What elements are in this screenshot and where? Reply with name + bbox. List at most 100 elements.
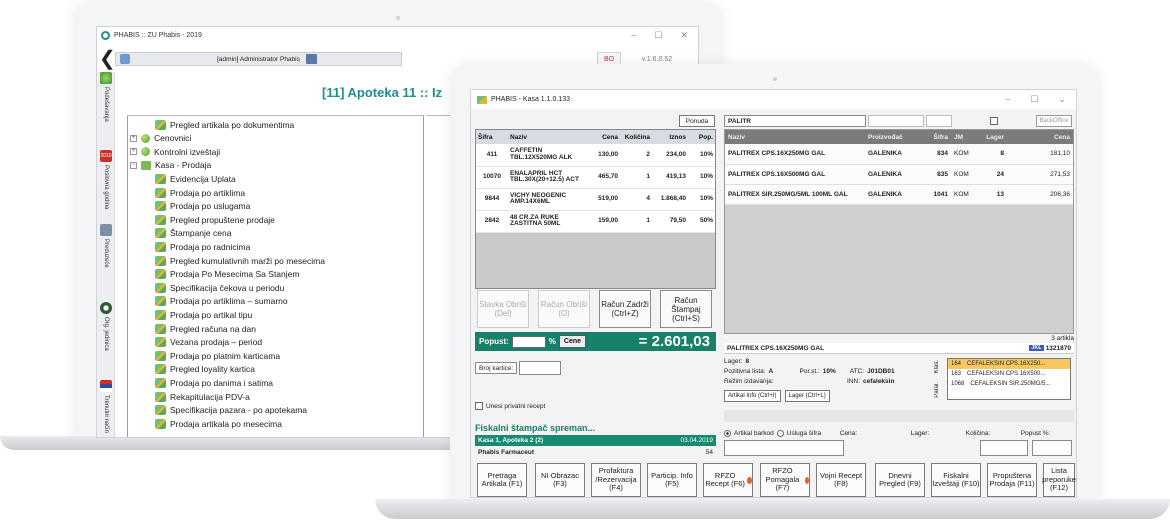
result-row[interactable]: PALITREX CPS.16X250MG GAL GALENIKA 834 KOM 8…	[725, 144, 1073, 165]
fkey-button-7[interactable]: Vojni Recept (F8)	[816, 463, 866, 497]
tree-item-label: Pregled propuštene prodaje	[170, 214, 275, 225]
result-cell-cena: 206,36	[1007, 184, 1073, 205]
article-info-button[interactable]: Artikal Info (Ctrl+I)	[724, 390, 781, 402]
discount-input[interactable]	[1032, 440, 1072, 456]
fkey-button-8[interactable]: Dnevni Pregled (F9)	[875, 463, 925, 497]
tree-item[interactable]: Prodaja po radnicima	[155, 240, 250, 253]
tree-item-label: Prodaja po danima i satima	[170, 377, 274, 388]
tree-item[interactable]: Štampanje cena	[155, 227, 231, 240]
cart-row[interactable]: 10070 ENALAPRIL HCT TBL.30X(20+12.5) ACT 4…	[476, 166, 715, 189]
cart-row[interactable]: 411 CAFFETIN TBL.12X520MG ALK 130,00 2 234,0…	[476, 144, 715, 167]
manufacturer-filter[interactable]	[868, 115, 924, 127]
cart-table: Šifra Naziv Cena Količina Iznos Pop. 411…	[475, 129, 716, 289]
tree-item[interactable]: Prodaja artikala po mesecima	[155, 417, 282, 430]
alert-badge-icon	[747, 476, 752, 484]
popust-input[interactable]	[511, 335, 546, 348]
card-number-label[interactable]: Broj kartice:	[475, 362, 518, 374]
search-input[interactable]: PALITR	[724, 115, 866, 127]
paral-label: Paral.	[934, 382, 940, 398]
tree-item[interactable]: Rekapitulacija PDV-a	[155, 390, 250, 403]
service-radio[interactable]	[776, 429, 784, 437]
tree-item[interactable]: Prodaja Po Mesecima Sa Stanjem	[155, 268, 299, 281]
tree-item[interactable]: Pregled računa na dan	[155, 322, 256, 335]
sidebar-item-company[interactable]: Preduzeće	[98, 224, 114, 268]
tree-item[interactable]: Pregled loyality kartica	[155, 363, 255, 376]
fkey-button-5[interactable]: RFZO Recept (F6)	[703, 463, 753, 497]
close-icon[interactable]: ✕	[680, 30, 688, 41]
expand-toggle-icon[interactable]: −	[130, 161, 137, 169]
result-row[interactable]: PALITREX CPS.16X500MG GAL GALENIKA 835 KOM 2…	[725, 164, 1073, 185]
tree-item[interactable]: Prodaja po platnim karticama	[155, 349, 280, 362]
alternative-item[interactable]: 164 CEFALEKSIN CPS.16X250...	[948, 359, 1070, 369]
fkey-button-9[interactable]: Fiskalni Izveštaji (F10)	[931, 463, 981, 497]
fkey-button-1[interactable]: Pretraga Artikala (F1)	[477, 463, 527, 497]
cart-row[interactable]: 2842 48 CR.ZA RUKE ZASTITNA 50ML 159,00 1 79…	[476, 210, 715, 233]
sidebar-item-settings[interactable]: Podešavanja	[98, 72, 114, 122]
fkey-button-6[interactable]: RFZO Pomagala (F7)	[760, 463, 810, 497]
cart-cell-iznos: 79,50	[652, 210, 688, 233]
tree-item[interactable]: Prodaja po artiklima	[155, 186, 245, 199]
sidebar-item-current[interactable]: Trenutni način	[98, 380, 114, 433]
cart-row[interactable]: 9844 VICHY NEOGENIC AMP.14X6ML 519,00 4 1.86…	[476, 188, 715, 211]
tree-item[interactable]: Pregled artikala po dokumentima	[155, 118, 294, 131]
ponuda-button[interactable]: Ponuda	[679, 115, 715, 127]
tree-item[interactable]: Specifikacija pazara - po apotekama	[155, 404, 307, 417]
tree-item[interactable]: Prodaja po artiklima – sumarno	[155, 295, 288, 308]
fkey-button-4[interactable]: Particip. Info (F5)	[647, 463, 697, 497]
result-cell-jm: KOM	[951, 144, 977, 165]
barcode-radio[interactable]	[724, 429, 731, 437]
private-recipe-checkbox[interactable]	[475, 402, 483, 410]
admin-titlebar: PHABIS :: ZU Phabis - 2019 – ☐ ✕	[97, 27, 698, 44]
barcode-input[interactable]	[724, 440, 844, 456]
cart-cell-pop: 10%	[688, 188, 715, 211]
expand-toggle-icon[interactable]: +	[130, 134, 137, 142]
tree-item[interactable]: − Kasa - Prodaja	[130, 159, 211, 172]
results-header-cena: Cena	[1007, 130, 1073, 144]
minimize-icon[interactable]: –	[1005, 94, 1010, 105]
private-recipe-row[interactable]: Unesi privatni recept	[475, 402, 545, 410]
tree-item[interactable]: Evidencija Uplata	[155, 172, 236, 185]
alternative-item[interactable]: 163 CEFALEKSIN CPS.16X500...	[948, 369, 1070, 379]
expand-toggle-icon[interactable]: +	[130, 148, 137, 156]
cart-cell-naziv: 48 CR.ZA RUKE ZASTITNA 50ML	[508, 210, 590, 233]
delete-item-button[interactable]: Stavka Obriši (Del)	[477, 290, 529, 328]
tree-item[interactable]: Prodaja po artikal tipu	[155, 308, 252, 321]
fkey-button-2[interactable]: NI Obrazac (F3)	[535, 463, 585, 497]
quantity-input[interactable]	[980, 440, 1028, 456]
sidebar-item-org-unit[interactable]: Org. jedinica	[98, 302, 114, 351]
fkey-button-10[interactable]: Propuštena Prodaja (F11)	[987, 463, 1037, 497]
tree-item[interactable]: + Cenovnici	[130, 132, 191, 145]
back-arrow-icon[interactable]: ❮	[99, 49, 116, 69]
maximize-icon[interactable]: ☐	[654, 30, 662, 41]
chevron-down-icon[interactable]: ⌄	[1058, 94, 1066, 105]
monitor-icon	[306, 54, 317, 64]
print-receipt-button[interactable]: Račun Štampaj (Ctrl+S)	[660, 290, 712, 328]
fkey-button-11[interactable]: Lista preporuke (F12)	[1042, 463, 1076, 497]
alternatives-list[interactable]: 164 CEFALEKSIN CPS.16X250... 163 CEFALEKSIN…	[947, 358, 1071, 400]
code-filter[interactable]	[926, 115, 952, 127]
tree-item[interactable]: + Kontrolni izveštaji	[130, 145, 220, 158]
card-number-input[interactable]	[519, 361, 561, 375]
hold-receipt-button[interactable]: Račun Zadrži (Ctrl+Z)	[599, 290, 651, 328]
fkey-button-3[interactable]: Profaktura /Rezervacija (F4)	[591, 463, 641, 497]
stock-button[interactable]: Lager (Ctrl+L)	[784, 390, 830, 402]
back-camera	[396, 16, 400, 20]
tree-item[interactable]: Prodaja po uslugama	[155, 200, 250, 213]
maximize-icon[interactable]: ☐	[1030, 94, 1038, 105]
tree-item[interactable]: Prodaja po danima i satima	[155, 376, 273, 389]
report-icon	[155, 391, 166, 402]
minimize-icon[interactable]: –	[631, 30, 636, 41]
sidebar-item-fiscal-year[interactable]: 2010 Poslovna godina	[98, 150, 114, 209]
cene-button[interactable]: Cene	[558, 335, 587, 348]
delete-receipt-button[interactable]: Račun Obriši (O)	[538, 290, 590, 328]
info-buttons: Artikal Info (Ctrl+I) Lager (Ctrl+L)	[724, 390, 944, 402]
result-row[interactable]: PALITREX SIR.250MG/5ML 100ML GAL GALENIKA…	[725, 184, 1073, 205]
alternative-item[interactable]: 1068 CEFALEKSIN SIR.250MG/5...	[948, 379, 1070, 389]
article-info: Lager: 8 Pozitivna lista: A Por.st.: 10%…	[724, 356, 944, 402]
filter-checkbox[interactable]	[990, 117, 998, 125]
tree-item[interactable]: Pregled kumulativnih marži po mesecima	[155, 254, 325, 267]
tree-item[interactable]: Pregled propuštene prodaje	[155, 213, 275, 226]
tree-item[interactable]: Specifikacija čekova u periodu	[155, 281, 284, 294]
backoffice-button[interactable]: BackOffice	[1036, 115, 1072, 127]
tree-item[interactable]: Vezana prodaja – period	[155, 336, 262, 349]
